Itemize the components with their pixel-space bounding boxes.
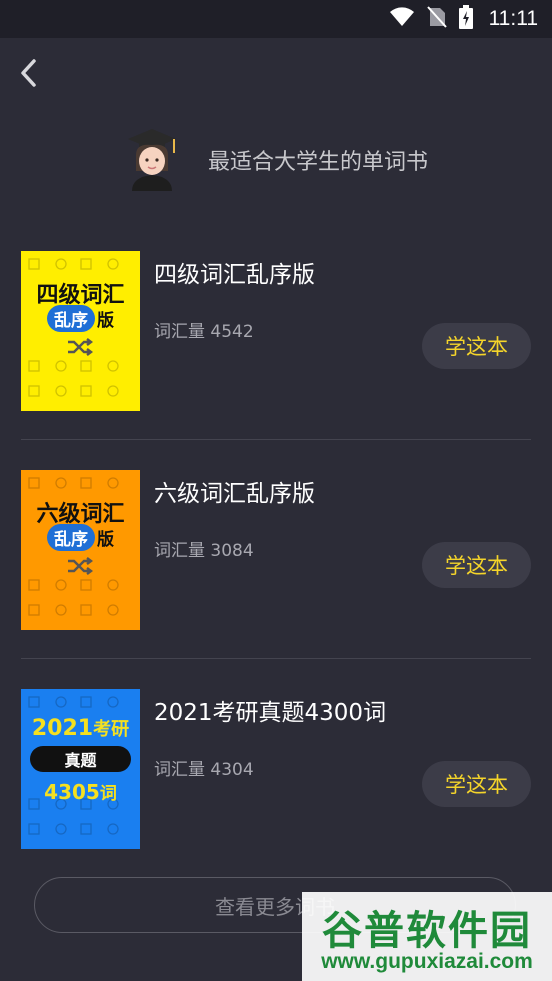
tagline-text: 最适合大学生的单词书 <box>207 150 428 175</box>
book-cover: 四级词汇 乱序 版 <box>21 251 140 411</box>
watermark: 谷普软件园 www.gupuxiazai.com <box>302 892 552 981</box>
watermark-brand: 谷普软件园 <box>322 908 532 954</box>
book-title: 六级词汇乱序版 <box>154 481 315 507</box>
book-item[interactable]: 2021考研 真题 4305词 2021考研真题4300词 词汇量 4304 学… <box>21 689 531 849</box>
cover-count-unit: 词 <box>99 784 117 804</box>
book-item[interactable]: 六级词汇 乱序 版 六级词汇乱序版 词汇量 3084 学这本 <box>21 470 531 630</box>
wifi-icon <box>389 7 415 31</box>
student-graduate-emoji <box>124 125 180 195</box>
cover-count: 4305词 <box>21 779 140 804</box>
cover-count-number: 4305 <box>44 780 100 804</box>
battery-charging-icon <box>458 5 473 33</box>
cover-suffix: 版 <box>97 530 114 550</box>
watermark-url: www.gupuxiazai.com <box>321 950 533 973</box>
shuffle-icon <box>68 338 93 356</box>
divider <box>21 658 531 659</box>
status-time: 11:11 <box>488 7 538 30</box>
book-word-count: 词汇量 4542 <box>154 322 254 342</box>
header-tagline: 最适合大学生的单词书 <box>0 120 552 200</box>
book-item[interactable]: 四级词汇 乱序 版 四级词汇乱序版 词汇量 4542 学这本 <box>21 251 531 411</box>
shuffle-icon <box>68 557 93 575</box>
cover-pill: 真题 <box>30 746 131 772</box>
book-cover: 六级词汇 乱序 版 <box>21 470 140 630</box>
cover-pill: 乱序 <box>47 524 95 551</box>
book-word-count: 词汇量 3084 <box>154 541 254 561</box>
book-title: 四级词汇乱序版 <box>154 262 315 288</box>
cover-suffix: 版 <box>97 311 114 331</box>
cover-word: 考研 <box>93 719 130 740</box>
status-bar: 11:11 <box>0 0 552 38</box>
chevron-left-icon <box>21 59 36 87</box>
divider <box>21 439 531 440</box>
cover-pill: 乱序 <box>47 305 95 332</box>
back-button[interactable] <box>16 58 44 88</box>
study-this-button[interactable]: 学这本 <box>422 761 531 807</box>
study-this-button[interactable]: 学这本 <box>422 542 531 588</box>
cover-year: 2021 <box>31 716 94 741</box>
book-cover: 2021考研 真题 4305词 <box>21 689 140 849</box>
no-sim-icon <box>426 6 447 32</box>
book-word-count: 词汇量 4304 <box>154 760 254 780</box>
cover-heading: 2021考研 <box>21 715 140 741</box>
study-this-button[interactable]: 学这本 <box>422 323 531 369</box>
book-title: 2021考研真题4300词 <box>154 700 387 726</box>
